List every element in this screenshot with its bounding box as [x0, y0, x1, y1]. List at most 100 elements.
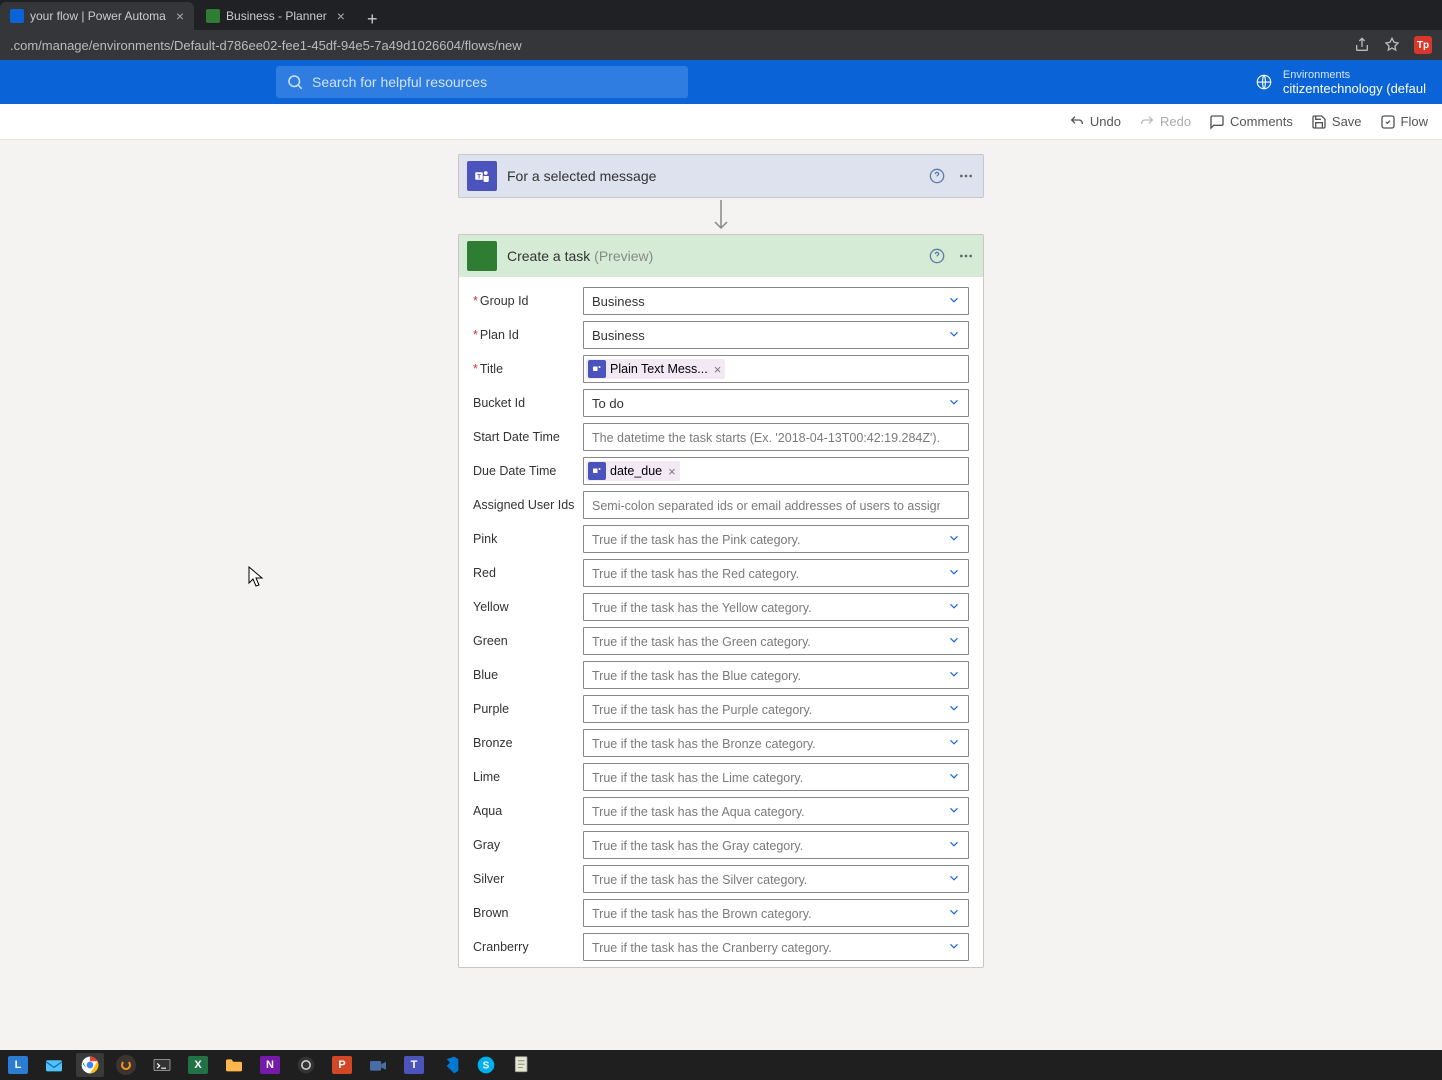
extension-icon[interactable]: Tp	[1414, 36, 1432, 54]
taskbar-chrome-icon[interactable]	[76, 1053, 104, 1077]
taskbar-onenote-icon[interactable]: N	[256, 1053, 284, 1077]
taskbar-vscode-icon[interactable]	[436, 1053, 464, 1077]
dynamic-content-token[interactable]: date_due ×	[586, 461, 680, 481]
flow-arrow[interactable]	[710, 198, 732, 234]
title-token-field[interactable]: Plain Text Mess... ×	[583, 355, 969, 383]
url-text[interactable]: .com/manage/environments/Default-d786ee0…	[10, 38, 1354, 53]
action-title-text: Create a task	[507, 248, 594, 264]
aqua-input[interactable]	[583, 797, 969, 825]
action-header[interactable]: Create a task (Preview)	[459, 235, 983, 277]
taskbar-excel-icon[interactable]: X	[184, 1053, 212, 1077]
share-icon[interactable]	[1354, 37, 1370, 53]
flow-checker-button[interactable]: Flow	[1380, 114, 1428, 130]
app-header: Environments citizentechnology (defaul	[0, 60, 1442, 104]
browser-tab-active[interactable]: your flow | Power Automa ×	[0, 2, 194, 30]
cranberry-input[interactable]	[583, 933, 969, 961]
field-label: *Group Id	[473, 294, 583, 308]
bronze-input[interactable]	[583, 729, 969, 757]
comment-icon	[1209, 114, 1225, 130]
help-icon[interactable]	[929, 248, 945, 264]
purple-input[interactable]	[583, 695, 969, 723]
save-button[interactable]: Save	[1311, 114, 1362, 130]
dynamic-content-token[interactable]: Plain Text Mess... ×	[586, 359, 725, 379]
help-icon[interactable]	[929, 168, 945, 184]
field-row-plan-id: *Plan Id	[473, 321, 969, 349]
field-row-yellow: Yellow	[473, 593, 969, 621]
search-input[interactable]	[276, 66, 688, 98]
due-date-token-field[interactable]: date_due ×	[583, 457, 969, 485]
gray-input[interactable]	[583, 831, 969, 859]
field-control	[583, 321, 969, 349]
taskbar-teams-icon[interactable]: T	[400, 1053, 428, 1077]
field-row-group-id: *Group Id	[473, 287, 969, 315]
field-label: Bucket Id	[473, 396, 583, 410]
token-label: Plain Text Mess...	[610, 362, 708, 376]
field-control	[583, 287, 969, 315]
flow-label: Flow	[1401, 114, 1428, 129]
plan-id-dropdown[interactable]	[583, 321, 969, 349]
environment-icon	[1255, 73, 1273, 91]
green-input[interactable]	[583, 627, 969, 655]
taskbar-notepad-icon[interactable]	[508, 1053, 536, 1077]
browser-tab-inactive[interactable]: Business - Planner ×	[196, 2, 355, 30]
taskbar-app-1[interactable]: L	[4, 1053, 32, 1077]
more-icon[interactable]	[957, 168, 975, 184]
taskbar-skype-icon[interactable]: S	[472, 1053, 500, 1077]
pink-input[interactable]	[583, 525, 969, 553]
group-id-dropdown[interactable]	[583, 287, 969, 315]
taskbar-powerpoint-icon[interactable]: P	[328, 1053, 356, 1077]
token-remove-icon[interactable]: ×	[668, 464, 676, 479]
tab-close-icon[interactable]: ×	[337, 8, 345, 24]
bookmark-star-icon[interactable]	[1384, 37, 1400, 53]
environment-name: citizentechnology (defaul	[1283, 81, 1426, 96]
trigger-header[interactable]: T For a selected message	[459, 155, 983, 197]
field-label: Bronze	[473, 736, 583, 750]
field-label: Green	[473, 634, 583, 648]
field-row-green: Green	[473, 627, 969, 655]
field-control	[583, 627, 969, 655]
redo-button[interactable]: Redo	[1139, 114, 1191, 130]
field-row-bronze: Bronze	[473, 729, 969, 757]
field-row-title: *Title Plain Text Mess... ×	[473, 355, 969, 383]
designer-toolbar: Undo Redo Comments Save Flow	[0, 104, 1442, 140]
field-row-red: Red	[473, 559, 969, 587]
token-remove-icon[interactable]: ×	[714, 362, 722, 377]
field-label: Start Date Time	[473, 430, 583, 444]
taskbar-camera-icon[interactable]	[364, 1053, 392, 1077]
new-tab-button[interactable]: +	[357, 9, 388, 30]
taskbar-obs-icon[interactable]	[292, 1053, 320, 1077]
browser-tab-strip: your flow | Power Automa × Business - Pl…	[0, 0, 1442, 30]
more-icon[interactable]	[957, 248, 975, 264]
svg-text:S: S	[483, 1060, 490, 1071]
action-title: Create a task (Preview)	[507, 248, 919, 264]
flow-canvas[interactable]: T For a selected message Create a task (…	[0, 140, 1442, 1050]
field-row-due-date: Due Date Time date_due ×	[473, 457, 969, 485]
blue-input[interactable]	[583, 661, 969, 689]
environment-picker[interactable]: Environments citizentechnology (defaul	[1255, 69, 1426, 96]
start-date-input[interactable]	[583, 423, 969, 451]
assigned-users-input[interactable]	[583, 491, 969, 519]
taskbar-eclipse-icon[interactable]	[112, 1053, 140, 1077]
taskbar-mail-icon[interactable]	[40, 1053, 68, 1077]
teams-token-icon	[588, 360, 606, 378]
field-label: Cranberry	[473, 940, 583, 954]
tab-title: your flow | Power Automa	[30, 9, 166, 23]
brown-input[interactable]	[583, 899, 969, 927]
tab-close-icon[interactable]: ×	[176, 8, 184, 24]
yellow-input[interactable]	[583, 593, 969, 621]
search-icon	[286, 73, 304, 91]
undo-button[interactable]: Undo	[1069, 114, 1121, 130]
lime-input[interactable]	[583, 763, 969, 791]
silver-input[interactable]	[583, 865, 969, 893]
field-label: Brown	[473, 906, 583, 920]
bucket-id-dropdown[interactable]	[583, 389, 969, 417]
red-input[interactable]	[583, 559, 969, 587]
taskbar-terminal-icon[interactable]	[148, 1053, 176, 1077]
field-label: Purple	[473, 702, 583, 716]
teams-token-icon	[588, 462, 606, 480]
field-label: *Title	[473, 362, 583, 376]
field-control	[583, 831, 969, 859]
comments-button[interactable]: Comments	[1209, 114, 1293, 130]
environment-label: Environments	[1283, 69, 1426, 81]
taskbar-explorer-icon[interactable]	[220, 1053, 248, 1077]
